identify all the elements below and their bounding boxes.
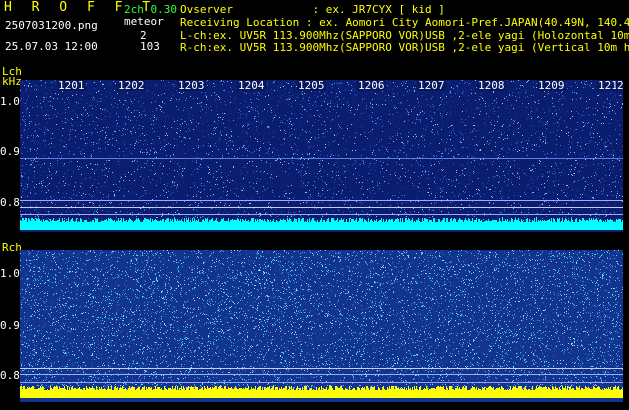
time-label: 1206 xyxy=(357,79,386,92)
right-edge-strip xyxy=(623,80,629,402)
lch-spectrogram-canvas xyxy=(20,80,623,230)
rch-ytick: 0.8 xyxy=(0,369,20,382)
time-label: 1201 xyxy=(57,79,86,92)
capture-datetime: 25.07.03 12:00 xyxy=(5,40,98,53)
lch-spectrogram xyxy=(20,80,623,232)
rch-ytick: 0.9 xyxy=(0,319,20,332)
hroft-window: H R O F F T 2ch 0.30 2507031200.png mete… xyxy=(0,0,629,410)
time-label: 1208 xyxy=(477,79,506,92)
rch-ytick: 1.0 xyxy=(0,267,20,280)
lch-ytick: 0.8 xyxy=(0,196,20,209)
time-axis: 1201 1202 1203 1204 1205 1206 1207 1208 … xyxy=(20,79,626,92)
rch-spectrogram-canvas xyxy=(20,250,623,398)
location-info: Receiving Location : ex. Aomori City Aom… xyxy=(180,16,629,29)
time-label: 1204 xyxy=(237,79,266,92)
frequency-unit-label: kHz xyxy=(2,75,22,88)
rch-receiver-info: R-ch:ex. UV5R 113.900Mhz(SAPPORO VOR)USB… xyxy=(180,41,629,54)
time-label: 1205 xyxy=(297,79,326,92)
file-name: 2507031200.png xyxy=(5,19,98,32)
time-label: 1207 xyxy=(417,79,446,92)
meteor-count-rch: 103 xyxy=(140,40,160,53)
observer-info: Ovserver : ex. JR7CYX [ kid ] xyxy=(180,3,445,16)
rch-spectrogram xyxy=(20,250,623,402)
time-label: 1203 xyxy=(177,79,206,92)
lch-ytick: 1.0 xyxy=(0,95,20,108)
time-label: 1202 xyxy=(117,79,146,92)
time-label: 1209 xyxy=(537,79,566,92)
meteor-label: meteor xyxy=(124,15,164,28)
lch-ytick: 0.9 xyxy=(0,145,20,158)
rch-label: Rch xyxy=(2,241,22,254)
